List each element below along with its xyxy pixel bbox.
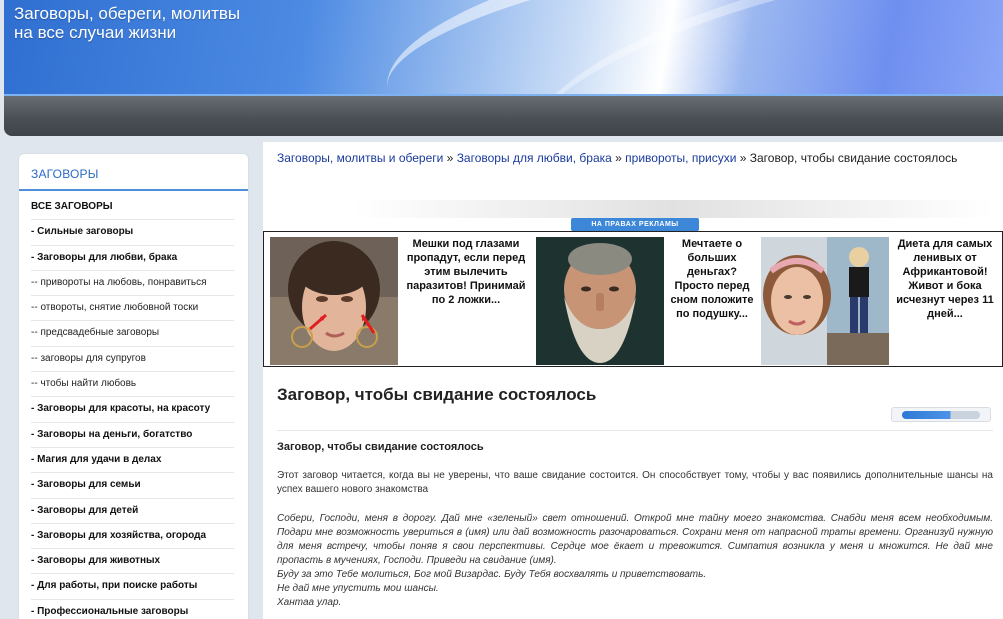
sidebar-item[interactable]: -- предсвадебные заговоры xyxy=(31,321,234,347)
ad-image[interactable] xyxy=(536,237,664,365)
breadcrumb-separator: » xyxy=(611,151,626,165)
sidebar-item[interactable]: ВСЕ ЗАГОВОРЫ xyxy=(31,195,234,221)
sidebar-item[interactable]: - Заговоры для животных xyxy=(31,549,234,575)
sidebar-item[interactable]: - Для работы, при поиске работы xyxy=(31,574,234,600)
ad-image[interactable] xyxy=(270,237,398,365)
breadcrumb-separator: » xyxy=(443,151,457,165)
ad-divider xyxy=(353,200,993,218)
ad-text[interactable]: Мечтаете о больших деньгах? Просто перед… xyxy=(670,237,754,321)
sidebar-item[interactable]: - Заговоры для любви, брака xyxy=(31,246,234,271)
breadcrumb-link-love[interactable]: Заговоры для любви, брака xyxy=(457,151,612,165)
prayer-line: Собери, Господи, меня в дорогу. Дай мне … xyxy=(277,513,993,566)
navbar-divider xyxy=(4,94,1003,96)
prayer-text: Собери, Господи, меня в дорогу. Дай мне … xyxy=(277,512,993,610)
navigation-bar xyxy=(4,94,1003,136)
ad-item[interactable]: Мешки под глазами пропадут, если перед э… xyxy=(270,237,532,365)
sidebar-item[interactable]: - Заговоры для хозяйства, огорода xyxy=(31,524,234,550)
ad-text[interactable]: Диета для самых ленивых от Африкантовой!… xyxy=(893,237,997,321)
sidebar-item[interactable]: - Заговоры для красоты, на красоту xyxy=(31,397,234,423)
article-intro: Этот заговор читается, когда вы не увере… xyxy=(277,470,993,495)
rating-bar[interactable] xyxy=(902,411,980,419)
sidebar: ЗАГОВОРЫ ВСЕ ЗАГОВОРЫ - Сильные заговоры -… xyxy=(18,153,249,619)
sidebar-menu: ВСЕ ЗАГОВОРЫ - Сильные заговоры - Заговоры… xyxy=(19,191,248,619)
ad-block: Мешки под глазами пропадут, если перед э… xyxy=(263,231,1003,367)
title-divider xyxy=(277,430,993,431)
prayer-line: Хантаа улар. xyxy=(277,597,342,608)
article-subtitle: Заговор, чтобы свидание состоялось xyxy=(277,441,484,453)
sidebar-item[interactable]: - Заговоры на деньги, богатство xyxy=(31,423,234,448)
sidebar-item[interactable]: -- отвороты, снятие любовной тоски xyxy=(31,296,234,322)
ad-item[interactable]: Мечтаете о больших деньгах? Просто перед… xyxy=(536,237,756,365)
sidebar-item[interactable]: -- заговоры для супругов xyxy=(31,347,234,373)
ad-image[interactable] xyxy=(761,237,889,365)
breadcrumb: Заговоры, молитвы и обереги » Заговоры д… xyxy=(277,151,997,165)
ad-label: НА ПРАВАХ РЕКЛАМЫ xyxy=(571,218,699,231)
site-header: Заговоры, обереги, молитвы на все случаи… xyxy=(4,0,1003,94)
breadcrumb-current: Заговор, чтобы свидание состоялось xyxy=(749,151,958,165)
rating-widget[interactable] xyxy=(891,407,991,422)
breadcrumb-separator: » xyxy=(736,151,750,165)
sidebar-item[interactable]: - Заговоры для детей xyxy=(31,499,234,524)
breadcrumb-link-home[interactable]: Заговоры, молитвы и обереги xyxy=(277,151,443,165)
sidebar-item[interactable]: - Заговоры для семьи xyxy=(31,473,234,499)
prayer-line: Буду за это Тебе молиться, Бог мой Визар… xyxy=(277,569,707,580)
ad-text[interactable]: Мешки под глазами пропадут, если перед э… xyxy=(402,237,530,307)
article-title: Заговор, чтобы свидание состоялось xyxy=(277,385,597,404)
sidebar-item[interactable]: -- чтобы найти любовь xyxy=(31,372,234,398)
sidebar-title: ЗАГОВОРЫ xyxy=(19,154,248,191)
main-content: Заговоры, молитвы и обереги » Заговоры д… xyxy=(263,142,1003,619)
ad-item[interactable]: Диета для самых ленивых от Африкантовой!… xyxy=(761,237,1001,365)
sidebar-item[interactable]: - Магия для удачи в делах xyxy=(31,448,234,474)
prayer-line: Не дай мне упустить мои шансы. xyxy=(277,583,439,594)
sidebar-item[interactable]: -- привороты на любовь, понравиться xyxy=(31,271,234,297)
breadcrumb-link-privoroty[interactable]: привороты, присухи xyxy=(625,151,736,165)
sidebar-item[interactable]: - Профессиональные заговоры xyxy=(31,600,234,619)
sidebar-item[interactable]: - Сильные заговоры xyxy=(31,220,234,246)
site-title[interactable]: Заговоры, обереги, молитвы на все случаи… xyxy=(14,4,240,42)
